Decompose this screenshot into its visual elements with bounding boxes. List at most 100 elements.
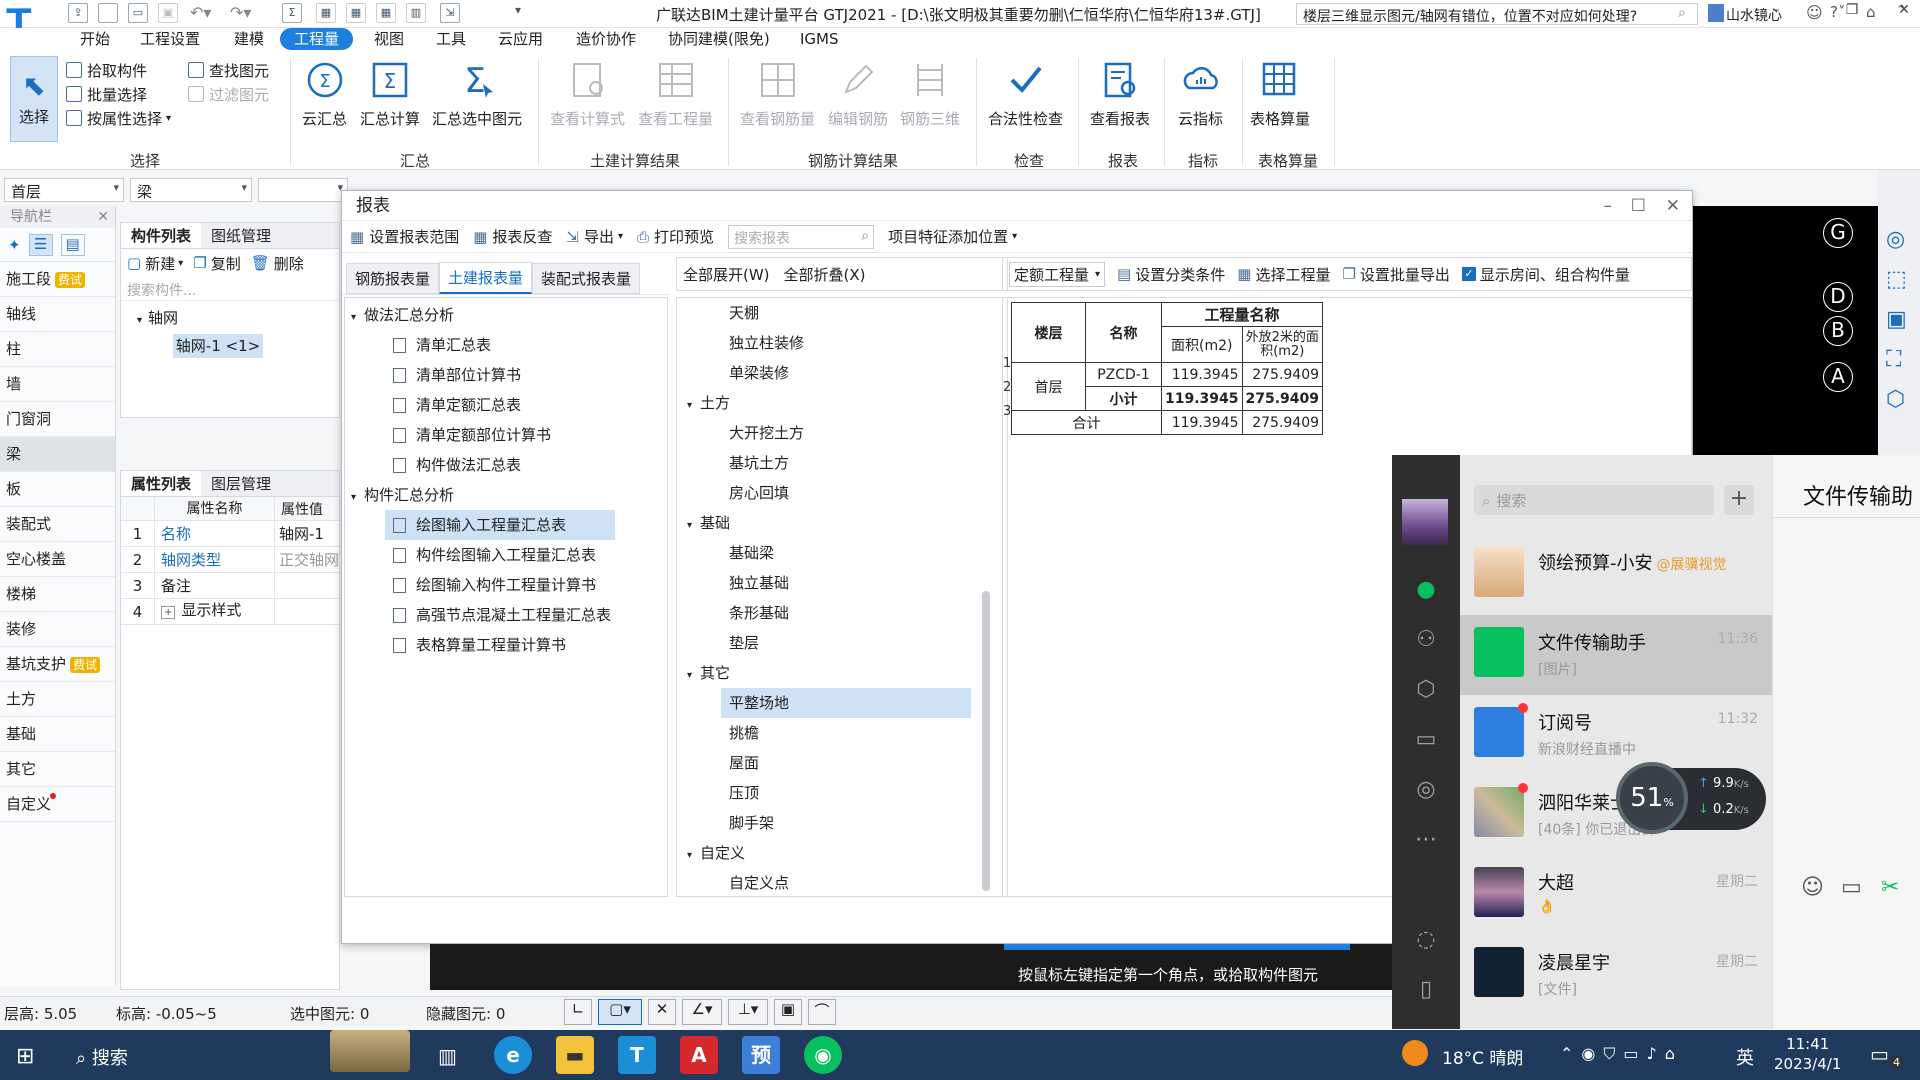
notification-icon[interactable]: ▭: [1870, 1042, 1889, 1066]
contacts-icon[interactable]: ⚇: [1412, 627, 1440, 655]
menu-modeling[interactable]: 建模: [234, 28, 264, 50]
select-quantity-button[interactable]: ▦ 选择工程量: [1237, 264, 1330, 285]
ruler-icon[interactable]: ▦: [376, 3, 396, 23]
pin-icon[interactable]: ✦: [8, 236, 21, 254]
select-by-property-button[interactable]: 按属性选择 ▾: [66, 106, 171, 130]
save-icon[interactable]: ▣: [158, 3, 178, 23]
category-item[interactable]: 天棚: [677, 298, 1007, 328]
edge-icon[interactable]: e: [494, 1036, 532, 1074]
component-select[interactable]: [258, 178, 348, 202]
pick-component-button[interactable]: 拾取构件: [66, 58, 171, 82]
property-row[interactable]: 2 轴网类型 正交轴网: [121, 546, 339, 573]
phone-icon[interactable]: ▯: [1412, 977, 1440, 1005]
cell-total[interactable]: 合计: [1011, 410, 1162, 435]
nav-item[interactable]: 柱: [0, 332, 115, 367]
type-select[interactable]: 梁: [130, 178, 252, 202]
nav-item[interactable]: 其它: [0, 752, 115, 787]
chat-icon[interactable]: ●: [1412, 577, 1440, 605]
nav-item[interactable]: 门窗洞: [0, 402, 115, 437]
component-search-input[interactable]: 搜索构件...: [121, 277, 339, 301]
category-item[interactable]: 挑檐: [677, 718, 1007, 748]
find-element-button[interactable]: 查找图元: [188, 58, 269, 82]
angle-icon[interactable]: ∠▾: [682, 999, 722, 1025]
user-avatar[interactable]: [1708, 4, 1724, 22]
property-value[interactable]: 轴网-1: [275, 523, 324, 544]
favorites-icon[interactable]: ⬡: [1412, 677, 1440, 705]
category-item[interactable]: 独立基础: [677, 568, 1007, 598]
report-item[interactable]: 清单定额部位计算书: [345, 420, 667, 450]
add-position-dropdown[interactable]: 项目特征添加位置 ▾: [888, 226, 1017, 247]
tab-prefab-report[interactable]: 装配式报表量: [532, 263, 641, 294]
nav-item[interactable]: 墙: [0, 367, 115, 402]
category-item[interactable]: 脚手架: [677, 808, 1007, 838]
report-reverse-button[interactable]: ▦ 报表反查: [473, 226, 552, 247]
nav-item[interactable]: 基坑支护 费试: [0, 647, 115, 682]
category-item[interactable]: 单梁装修: [677, 358, 1007, 388]
nav-item[interactable]: 轴线: [0, 297, 115, 332]
category-item[interactable]: 平整场地: [721, 688, 971, 718]
category-item[interactable]: 独立柱装修: [677, 328, 1007, 358]
menu-cloud[interactable]: 云应用: [498, 28, 543, 50]
cell-area[interactable]: 119.3945: [1161, 362, 1243, 387]
cell-total-area[interactable]: 119.3945: [1161, 410, 1243, 435]
floor-select[interactable]: 首层: [4, 178, 124, 202]
menu-cost-collab[interactable]: 造价协作: [576, 28, 636, 50]
axis-group[interactable]: ▾ 轴网: [121, 301, 339, 328]
open-folder-icon[interactable]: ▭: [128, 3, 148, 23]
nav-item[interactable]: 板: [0, 472, 115, 507]
summary-calc-button[interactable]: Σ 汇总计算: [360, 58, 420, 129]
nav-item[interactable]: 自定义: [0, 787, 115, 822]
nav-item[interactable]: 空心楼盖: [0, 542, 115, 577]
cross-snap-icon[interactable]: ✕: [648, 999, 676, 1025]
glodon-icon[interactable]: T: [618, 1036, 656, 1074]
expand-icon[interactable]: ▾: [137, 315, 142, 326]
scissors-icon[interactable]: ✂: [1881, 875, 1899, 900]
task-view-icon[interactable]: ▥: [438, 1044, 457, 1068]
clock[interactable]: 11:41 2023/4/1: [1774, 1034, 1841, 1074]
autocad-icon[interactable]: A: [680, 1036, 718, 1074]
nav-item[interactable]: 装配式: [0, 507, 115, 542]
budget-app-icon[interactable]: 预: [742, 1036, 780, 1074]
export-icon[interactable]: ⇲: [440, 3, 460, 23]
weather-text[interactable]: 18°C 晴朗: [1442, 1044, 1523, 1069]
nav-item[interactable]: 土方: [0, 682, 115, 717]
classify-button[interactable]: ▤ 设置分类条件: [1117, 264, 1225, 285]
view-rebar-button[interactable]: 查看钢筋量: [740, 58, 815, 129]
edit-rebar-button[interactable]: 编辑钢筋: [828, 58, 888, 129]
rebar-icon[interactable]: ▥: [406, 3, 426, 23]
cell-subtotal-area[interactable]: 119.3945: [1161, 386, 1243, 411]
category-group[interactable]: ▾ 自定义: [677, 838, 1007, 868]
tab-civil-report[interactable]: 土建报表量: [439, 262, 533, 294]
collapse-icon[interactable]: ▾: [687, 520, 692, 531]
filter-element-button[interactable]: 过滤图元: [188, 82, 269, 106]
chat-item[interactable]: 大超 👌 星期二: [1460, 855, 1772, 935]
wechat-search-input[interactable]: ⌕ 搜索: [1474, 485, 1714, 515]
file-icon[interactable]: ▭: [1841, 875, 1862, 900]
minimize-button[interactable]: –: [1762, 2, 1790, 24]
batch-export-button[interactable]: ❐ 设置批量导出: [1342, 264, 1449, 285]
expand-icon[interactable]: +: [161, 606, 176, 619]
menu-igms[interactable]: IGMS: [800, 28, 839, 50]
cell-area-2m[interactable]: 275.9409: [1241, 362, 1324, 387]
menu-collab-modeling[interactable]: 协同建模(限免): [668, 28, 770, 50]
avatar[interactable]: [1402, 499, 1448, 545]
report-item[interactable]: 绘图输入构件工程量计算书: [345, 570, 667, 600]
property-row[interactable]: 1 名称 轴网-1: [121, 520, 339, 547]
property-value[interactable]: 正交轴网: [275, 549, 339, 570]
tab-drawing-management[interactable]: 图纸管理: [201, 223, 281, 248]
cell-floor[interactable]: 首层: [1011, 362, 1086, 411]
print-preview-button[interactable]: ⎙ 打印预览: [637, 226, 714, 247]
windows-start-icon[interactable]: ⊞: [16, 1044, 34, 1069]
close-icon[interactable]: ✕: [97, 206, 109, 228]
menu-start[interactable]: 开始: [80, 28, 110, 50]
chat-item[interactable]: 领绘预算-小安 @展骥视觉: [1460, 535, 1772, 615]
tab-property-list[interactable]: 属性列表: [121, 471, 202, 496]
view-quantity-button[interactable]: 查看工程量: [638, 58, 713, 129]
add-icon[interactable]: +: [1724, 485, 1754, 515]
close-icon[interactable]: ✕: [1666, 191, 1680, 221]
taskbar-search[interactable]: ⌕ 搜索: [76, 1044, 128, 1070]
tray-icons[interactable]: ⌃◉⛉▭♪⌂: [1560, 1044, 1683, 1064]
table-calc-button[interactable]: 表格算量: [1250, 58, 1310, 129]
list-view-icon[interactable]: ☰: [28, 233, 53, 256]
network-speed-widget[interactable]: 51% ↑ 9.9K/s ↓ 0.2K/s: [1616, 762, 1766, 834]
